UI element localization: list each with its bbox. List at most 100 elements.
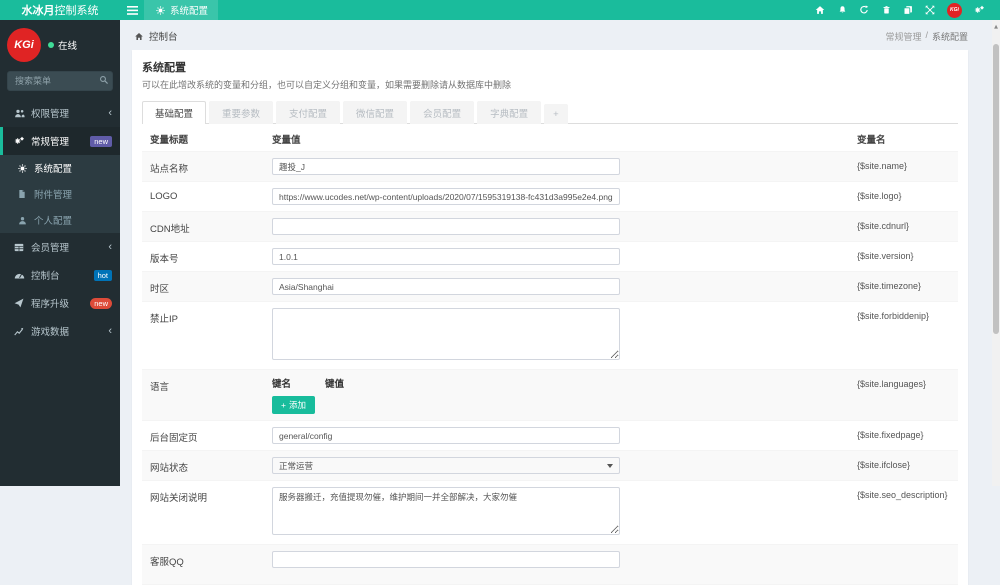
config-tabs: 基础配置 重要参数 支付配置 微信配置 会员配置 字典配置 +	[142, 100, 958, 124]
sidebar-item-label: 系统配置	[34, 164, 73, 175]
add-language-button[interactable]: + 添加	[272, 396, 315, 414]
clear-cache-button[interactable]	[875, 0, 897, 20]
gear-icon	[16, 163, 28, 173]
online-status: 在线	[48, 38, 77, 52]
timezone-input[interactable]	[272, 278, 620, 295]
scrollbar-thumb[interactable]	[993, 44, 999, 334]
row-label: 网站关闭说明	[150, 493, 208, 504]
tab-basic-config[interactable]: 基础配置	[142, 101, 207, 124]
search-icon[interactable]	[99, 75, 109, 85]
content-header: 控制台 常规管理 / 系统配置	[120, 20, 992, 50]
fixed-page-input[interactable]	[272, 427, 620, 444]
row-label: 站点名称	[150, 164, 189, 175]
row-varname: {$site.fixedpage}	[857, 430, 924, 440]
online-status-label: 在线	[58, 41, 78, 52]
tab-member-config[interactable]: 会员配置	[410, 101, 475, 124]
fullscreen-button[interactable]	[919, 0, 941, 20]
forbidden-ip-textarea[interactable]	[272, 308, 620, 360]
gear-icon	[154, 5, 166, 15]
user-avatar[interactable]: KGi	[947, 2, 962, 18]
sidebar-item-general[interactable]: 常规管理 new	[0, 127, 120, 155]
sidebar-item-system-config[interactable]: 系统配置	[0, 155, 120, 181]
column-header-value: 变量值	[272, 135, 301, 146]
sidebar-user-panel: KGi 在线	[0, 20, 120, 71]
scroll-up-arrow-icon[interactable]: ▲	[992, 20, 1000, 30]
paper-plane-icon	[13, 298, 25, 308]
site-logo-text: KGi	[14, 39, 34, 51]
trash-icon	[880, 5, 892, 15]
menu-search-input[interactable]	[7, 71, 113, 91]
settings-button[interactable]	[968, 0, 990, 20]
home-icon	[133, 32, 145, 41]
row-label: 语言	[150, 382, 170, 393]
breadcrumb-parent[interactable]: 常规管理	[885, 30, 921, 43]
sidebar-toggle-button[interactable]	[120, 0, 144, 20]
sidebar-item-profile[interactable]: 个人配置	[0, 207, 120, 233]
row-label: LOGO	[150, 191, 178, 202]
tab-dict-config[interactable]: 字典配置	[477, 101, 542, 124]
column-header-label: 变量标题	[150, 135, 189, 146]
add-tab-button[interactable]: +	[544, 104, 568, 124]
sidebar: KGi 在线 权限管理 ‹ 常规管理 new	[0, 20, 120, 486]
refresh-icon	[858, 5, 870, 15]
expand-icon	[924, 5, 936, 15]
row-varname: {$site.logo}	[857, 191, 902, 201]
copy-button[interactable]	[897, 0, 919, 20]
topbar-tab-system-config[interactable]: 系统配置	[144, 0, 219, 20]
page-scrollbar[interactable]: ▲	[992, 20, 1000, 486]
selected-option: 正常运营	[279, 460, 314, 471]
row-label: 禁止IP	[150, 314, 178, 325]
breadcrumb-section[interactable]: 控制台	[133, 29, 178, 43]
sidebar-item-permissions[interactable]: 权限管理 ‹	[0, 99, 120, 127]
notifications-button[interactable]	[831, 0, 853, 20]
plus-icon: +	[281, 400, 286, 410]
online-dot-icon	[48, 42, 54, 48]
version-input[interactable]	[272, 248, 620, 265]
breadcrumb-section-label: 控制台	[149, 32, 178, 43]
logo-url-input[interactable]	[272, 188, 620, 205]
sidebar-submenu-general: 系统配置 附件管理 个人配置	[0, 155, 120, 233]
sidebar-item-upgrade[interactable]: 程序升级 new	[0, 289, 120, 317]
sidebar-item-dashboard[interactable]: 控制台 hot	[0, 261, 120, 289]
home-button[interactable]	[809, 0, 831, 20]
table-row: LOGO {$site.logo}	[142, 182, 958, 212]
tab-wechat-config[interactable]: 微信配置	[343, 101, 408, 124]
site-name-input[interactable]	[272, 158, 620, 175]
sidebar-item-label: 权限管理	[31, 109, 70, 120]
refresh-button[interactable]	[853, 0, 875, 20]
row-label: 版本号	[150, 254, 179, 265]
tab-payment-config[interactable]: 支付配置	[276, 101, 341, 124]
table-row: CDN地址 {$site.cdnurl}	[142, 212, 958, 242]
sidebar-item-game-data[interactable]: 游戏数据 ‹	[0, 317, 120, 345]
new-badge: new	[90, 135, 112, 147]
hamburger-icon	[126, 5, 138, 15]
sidebar-item-attachments[interactable]: 附件管理	[0, 181, 120, 207]
row-varname: {$site.ifclose}	[857, 460, 911, 470]
breadcrumb-current: 系统配置	[931, 31, 968, 42]
config-panel: 系统配置 可以在此增改系统的变量和分组，也可以自定义分组和变量，如果需要删除请从…	[132, 50, 968, 585]
caret-down-icon	[607, 463, 613, 468]
close-note-textarea[interactable]	[272, 487, 620, 535]
row-input[interactable]	[272, 551, 620, 568]
cdn-url-input[interactable]	[272, 218, 620, 235]
breadcrumb-separator: /	[925, 29, 928, 40]
tab-important-params[interactable]: 重要参数	[209, 101, 274, 124]
row-label: CDN地址	[150, 224, 190, 235]
sidebar-menu: 权限管理 ‹ 常规管理 new 系统配置 附件管理 个人配置 会员管理 ‹ 控制…	[0, 99, 120, 345]
chevron-left-icon: ‹	[108, 325, 112, 337]
row-varname: {$site.name}	[857, 161, 908, 171]
site-status-select[interactable]: 正常运营	[272, 457, 620, 474]
app-logo[interactable]: 水冰月 控制系统	[0, 0, 120, 20]
topbar-tab-label: 系统配置	[170, 6, 209, 17]
topbar: 水冰月 控制系统 系统配置 KGi	[0, 0, 1000, 20]
cogs-icon	[973, 5, 985, 15]
sidebar-item-label: 程序升级	[31, 299, 70, 310]
row-varname: {$site.timezone}	[857, 281, 922, 291]
row-label: 后台固定页	[150, 433, 198, 444]
row-varname: {$site.forbiddenip}	[857, 311, 930, 321]
table-icon	[13, 243, 25, 252]
sidebar-item-members[interactable]: 会员管理 ‹	[0, 233, 120, 261]
table-row: 后台固定页 {$site.fixedpage}	[142, 421, 958, 451]
row-label: 网站状态	[150, 463, 189, 474]
